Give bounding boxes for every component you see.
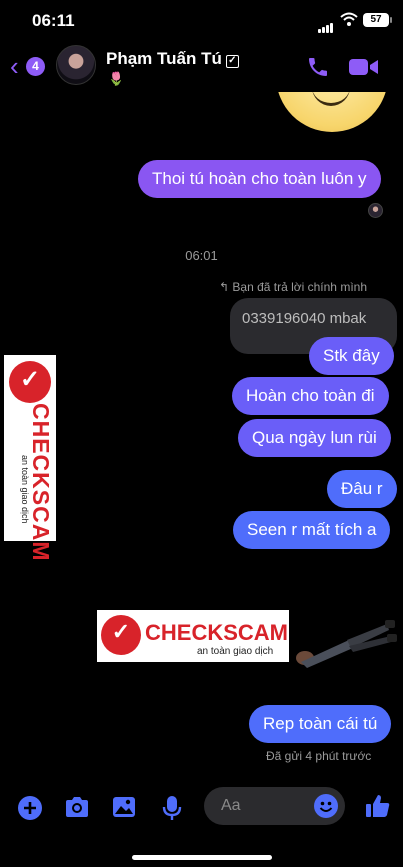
battery-icon: 57 [363,13,392,27]
signal-icon [318,15,334,33]
watermark-brand: CHECKSCAM [28,403,54,562]
checkscam-logo-icon [101,615,141,655]
watermark-brand: CHECKSCAM [145,620,288,645]
phone-icon[interactable] [306,55,330,79]
plus-icon[interactable] [18,796,42,820]
message-bubble[interactable]: Qua ngày lun rùi [238,419,391,457]
status-time: 06:11 [32,11,75,30]
status-emoji: 🌷 [108,71,125,86]
contact-name[interactable]: Phạm Tuấn Tú ✓ [106,49,239,69]
verified-icon: ✓ [225,55,239,68]
watermark-horizontal: CHECKSCAM an toàn giao dịch [97,610,289,662]
status-bar: 06:11 57 [0,0,403,40]
watermark-tagline: an toàn giao dịch [20,455,30,524]
back-icon[interactable]: ‹ [10,53,19,79]
wifi-icon [340,12,358,26]
message-bubble[interactable]: Stk đây [309,337,394,375]
timestamp: 06:01 [185,248,218,263]
watermark-tagline: an toàn giao dịch [197,646,274,657]
seen-avatar [368,203,383,218]
emoji-icon[interactable] [314,794,338,818]
composer-bar: Aa [0,780,403,834]
video-icon[interactable] [349,57,379,77]
message-bubble[interactable]: Seen r mất tích a [233,511,391,549]
contact-name-text: Phạm Tuấn Tú [106,49,222,68]
sent-status: Đã gửi 4 phút trước [266,749,372,763]
emoji-sticker [276,92,388,132]
message-bubble[interactable]: Thoi tú hoàn cho toàn luôn y [138,160,381,198]
contact-avatar[interactable] [56,45,96,85]
reply-note: ↰ Bạn đã trả lời chính mình [219,280,367,294]
message-input-placeholder: Aa [221,797,241,814]
like-icon[interactable] [365,793,391,819]
message-bubble[interactable]: Đâu r [327,470,397,508]
watermark-vertical: CHECKSCAM an toàn giao dịch [4,355,56,562]
message-bubble[interactable]: Hoàn cho toàn đi [232,377,389,415]
camera-icon[interactable] [64,796,90,818]
image-icon[interactable] [112,796,136,818]
checkscam-logo-icon [9,361,51,403]
lying-person-sticker [296,620,397,668]
unread-badge[interactable]: 4 [26,57,45,76]
chat-header: ‹ 4 Phạm Tuấn Tú ✓ 🌷 [0,40,403,92]
home-indicator [132,855,272,860]
message-bubble[interactable]: Rep toàn cái tú [249,705,392,743]
mic-icon[interactable] [162,795,182,821]
